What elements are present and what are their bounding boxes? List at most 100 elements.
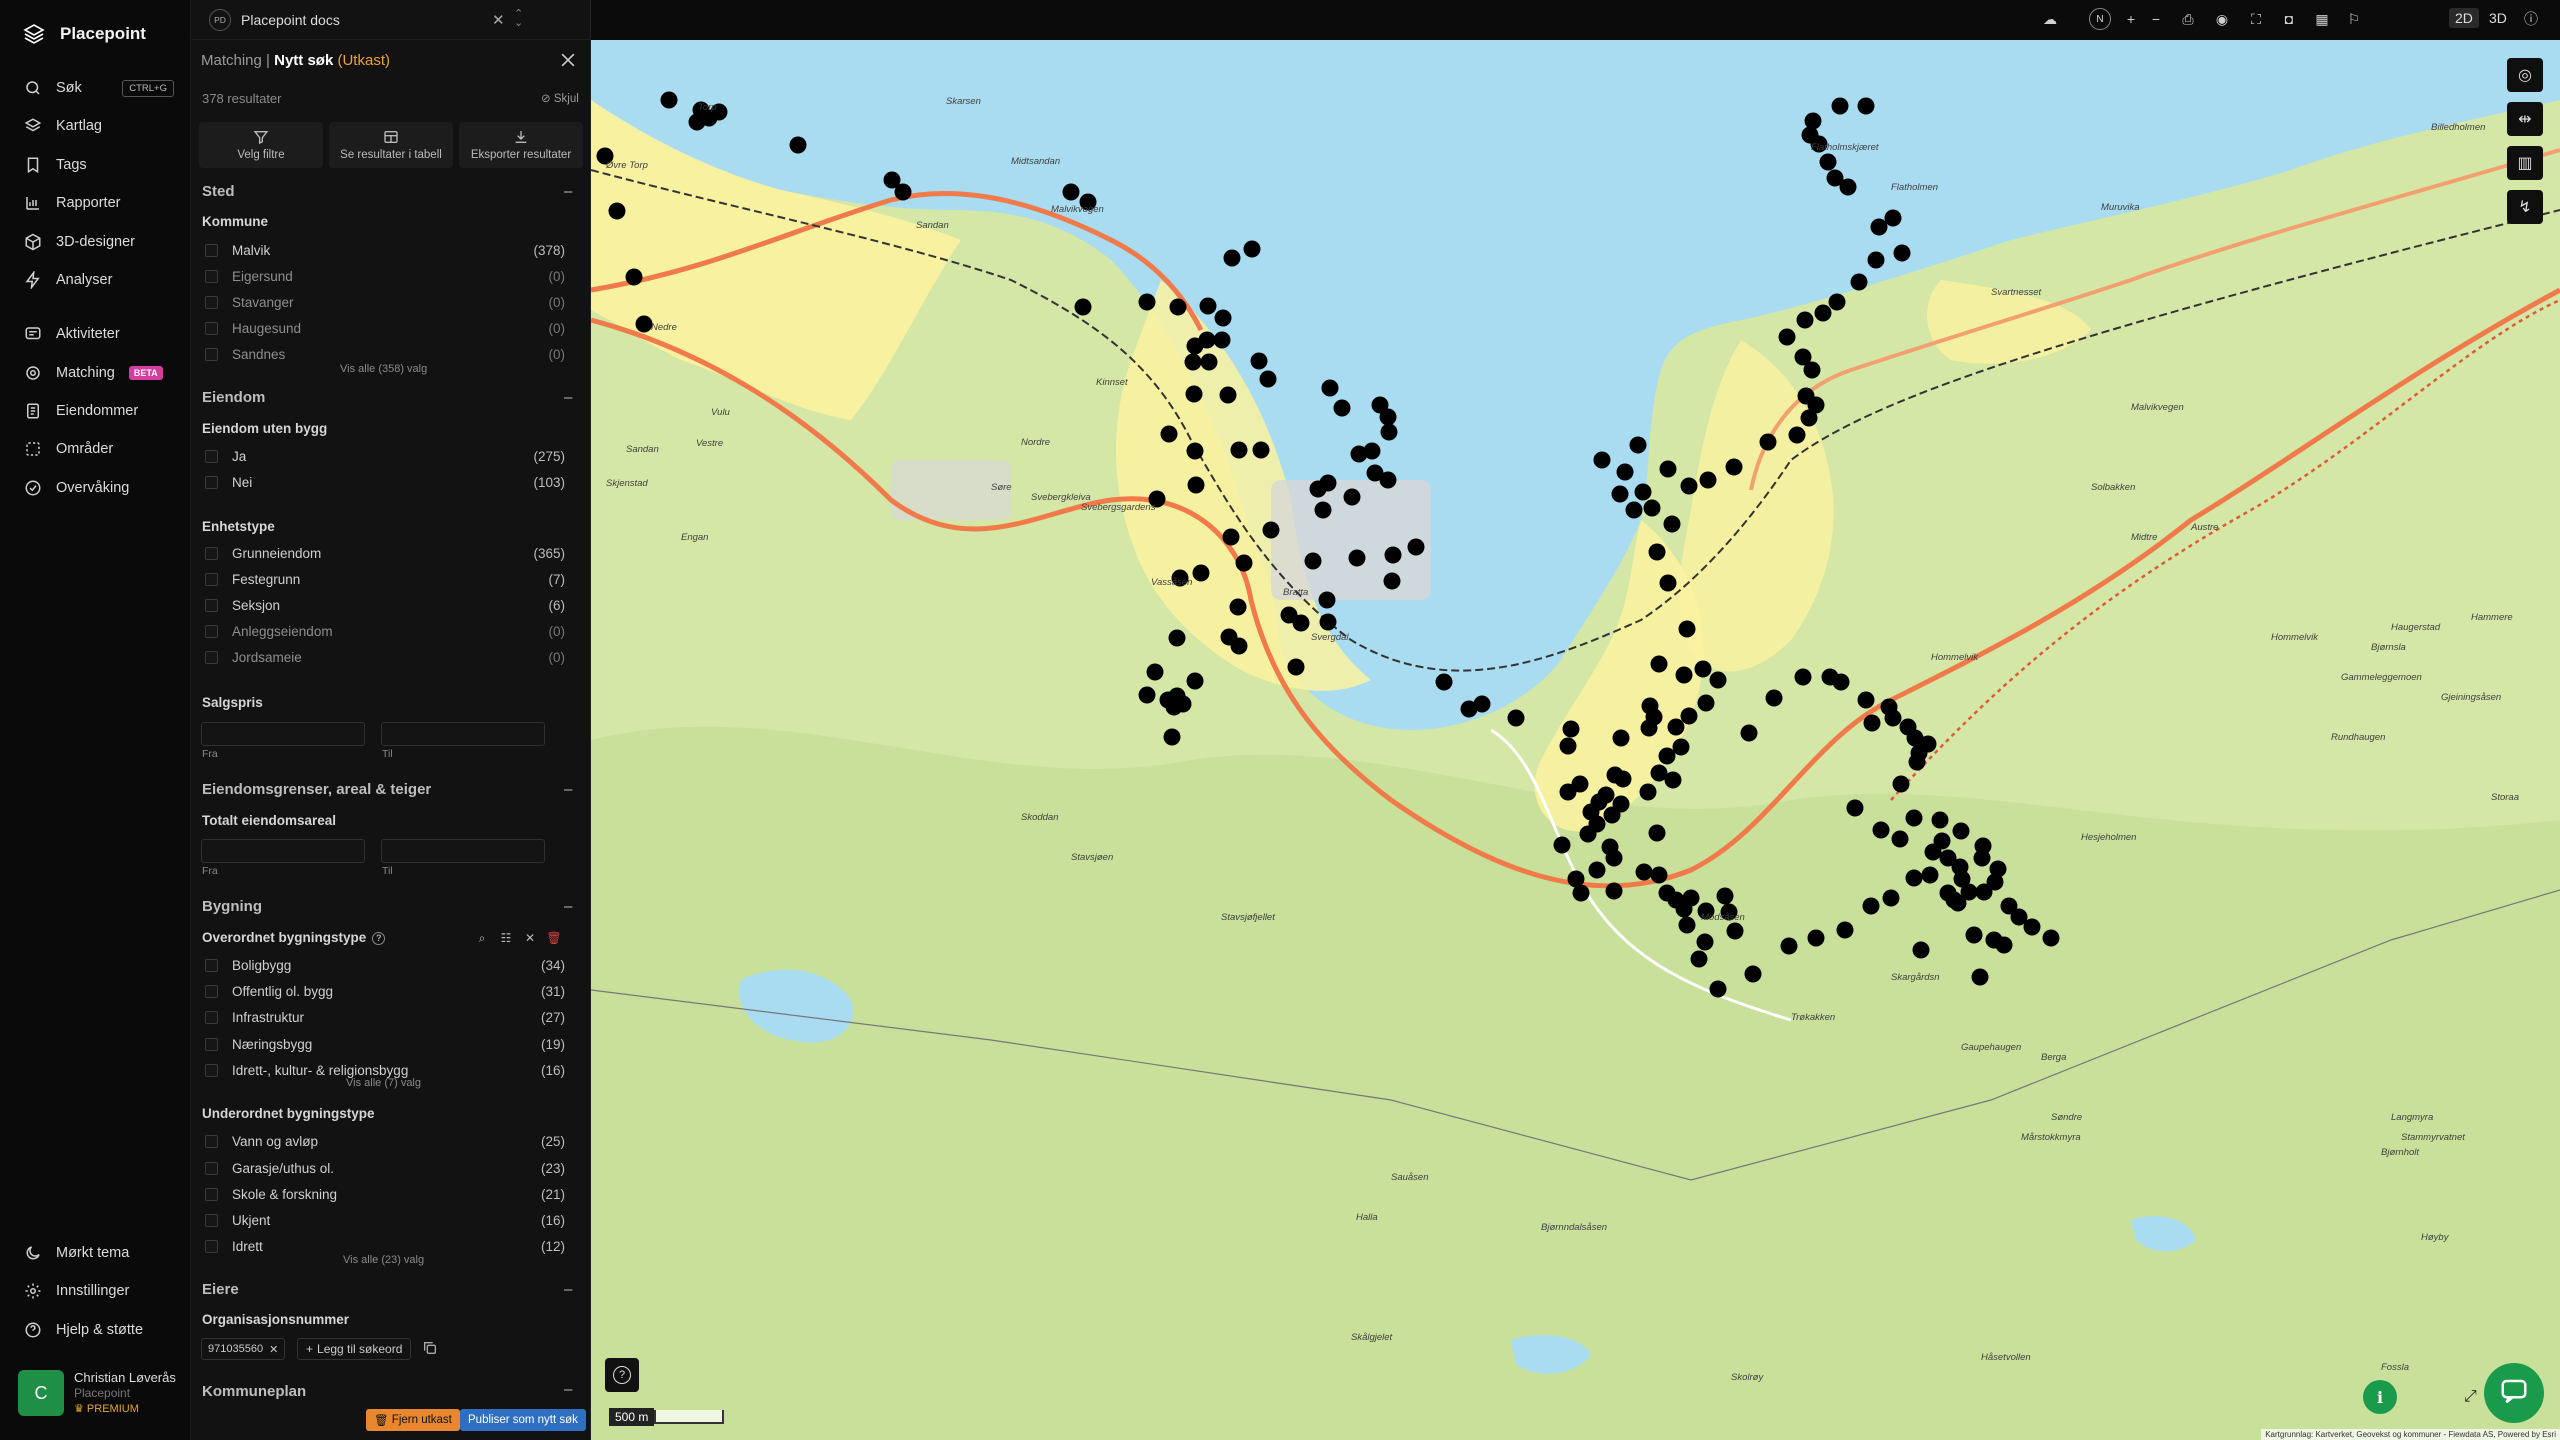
expand-icon[interactable]: ⤢ <box>2464 1388 2478 1405</box>
search-icon[interactable]: ⌕ <box>472 929 492 947</box>
filter-option[interactable]: Malvik (378) <box>205 240 565 260</box>
result-marker[interactable] <box>894 183 912 201</box>
collapse-bygning[interactable]: – <box>564 898 572 915</box>
measure-button[interactable]: ⇹ <box>2507 102 2543 136</box>
result-marker[interactable] <box>1186 442 1204 460</box>
result-marker[interactable] <box>1995 936 2013 954</box>
result-marker[interactable] <box>1605 882 1623 900</box>
result-marker[interactable] <box>1870 218 1888 236</box>
copy-icon[interactable] <box>422 1340 438 1356</box>
section-eiere[interactable]: Eiere <box>202 1281 239 1298</box>
checkbox[interactable] <box>205 475 218 489</box>
result-marker[interactable] <box>1952 822 1970 840</box>
salgspris-to-input[interactable] <box>381 722 545 746</box>
chart-button[interactable]: ▥ <box>2507 146 2543 180</box>
result-marker[interactable] <box>1857 97 1875 115</box>
result-marker[interactable] <box>1235 554 1253 572</box>
result-marker[interactable] <box>1675 666 1693 684</box>
result-marker[interactable] <box>1559 737 1577 755</box>
result-marker[interactable] <box>1641 697 1659 715</box>
result-marker[interactable] <box>1709 671 1727 689</box>
route-button[interactable]: ↯ <box>2507 190 2543 224</box>
result-marker[interactable] <box>1658 884 1676 902</box>
nav-item-rapporter[interactable]: Rapporter <box>24 190 174 216</box>
nav-item-tags[interactable]: Tags <box>24 152 174 178</box>
result-marker[interactable] <box>1857 691 1875 709</box>
info-circle-icon[interactable]: ⓘ <box>2521 9 2541 29</box>
result-marker[interactable] <box>1933 832 1951 850</box>
result-marker[interactable] <box>625 268 643 286</box>
result-marker[interactable] <box>1863 714 1881 732</box>
areal-to-input[interactable] <box>381 839 545 863</box>
result-marker[interactable] <box>1318 591 1336 609</box>
result-marker[interactable] <box>1243 240 1261 258</box>
result-marker[interactable] <box>1648 824 1666 842</box>
checkbox[interactable] <box>205 295 218 309</box>
result-marker[interactable] <box>1160 425 1178 443</box>
result-marker[interactable] <box>1804 112 1822 130</box>
nav-item-settings[interactable]: Innstillinger <box>24 1278 174 1304</box>
result-marker[interactable] <box>1780 937 1798 955</box>
nav-item-overvaking[interactable]: Overvåking <box>24 475 174 501</box>
filter-option[interactable]: Haugesund (0) <box>205 318 565 338</box>
result-marker[interactable] <box>1884 209 1902 227</box>
result-marker[interactable] <box>1797 387 1815 405</box>
result-marker[interactable] <box>1807 929 1825 947</box>
filter-option[interactable]: Stavanger (0) <box>205 292 565 312</box>
eye-icon[interactable]: ◉ <box>2212 9 2232 29</box>
result-marker[interactable] <box>2000 897 2018 915</box>
grid-icon[interactable]: ▦ <box>2312 9 2332 29</box>
result-marker[interactable] <box>1380 423 1398 441</box>
result-marker[interactable] <box>1553 836 1571 854</box>
result-marker[interactable] <box>1229 598 1247 616</box>
filter-option[interactable]: Idrett (12) <box>205 1236 565 1256</box>
trash-icon[interactable]: 🗑 <box>544 929 564 947</box>
remove-chip-icon[interactable]: ✕ <box>269 1343 278 1356</box>
checkbox[interactable] <box>205 1187 218 1201</box>
filter-option[interactable]: Infrastruktur (27) <box>205 1007 565 1027</box>
result-marker[interactable] <box>1921 866 1939 884</box>
result-marker[interactable] <box>1572 884 1590 902</box>
result-marker[interactable] <box>1407 538 1425 556</box>
hide-toggle[interactable]: ⊘ Skjul <box>541 91 579 105</box>
print-icon[interactable]: ⎙ <box>2178 9 2198 29</box>
clear-workspace-icon[interactable]: ✕ <box>492 11 505 29</box>
result-marker[interactable] <box>1908 753 1926 771</box>
checkbox[interactable] <box>205 1239 218 1253</box>
filter-option[interactable]: Jordsameie (0) <box>205 647 565 667</box>
result-marker[interactable] <box>1138 686 1156 704</box>
result-marker[interactable] <box>1672 738 1690 756</box>
result-marker[interactable] <box>1884 709 1902 727</box>
result-marker[interactable] <box>1605 849 1623 867</box>
publish-button[interactable]: Publiser som nytt søk <box>460 1409 586 1431</box>
result-marker[interactable] <box>1945 891 1963 909</box>
result-marker[interactable] <box>1650 655 1668 673</box>
result-marker[interactable] <box>1184 353 1202 371</box>
result-marker[interactable] <box>1667 718 1685 736</box>
checkbox[interactable] <box>205 1010 218 1024</box>
result-marker[interactable] <box>660 91 678 109</box>
result-marker[interactable] <box>1788 426 1806 444</box>
result-marker[interactable] <box>1639 783 1657 801</box>
result-marker[interactable] <box>1828 293 1846 311</box>
filter-option[interactable]: Skole & forskning (21) <box>205 1184 565 1204</box>
result-marker[interactable] <box>1169 298 1187 316</box>
result-marker[interactable] <box>1796 311 1814 329</box>
checkbox[interactable] <box>205 449 218 463</box>
result-marker[interactable] <box>1905 869 1923 887</box>
result-marker[interactable] <box>1846 799 1864 817</box>
checkbox[interactable] <box>205 321 218 335</box>
result-marker[interactable] <box>1635 863 1653 881</box>
result-marker[interactable] <box>1694 660 1712 678</box>
result-marker[interactable] <box>1716 887 1734 905</box>
result-marker[interactable] <box>1725 458 1743 476</box>
result-marker[interactable] <box>1690 950 1708 968</box>
user-profile[interactable]: C Christian Løverås Placepoint ♛ PREMIUM <box>18 1370 176 1417</box>
result-marker[interactable] <box>1321 379 1339 397</box>
result-marker[interactable] <box>1640 719 1658 737</box>
choose-filters-button[interactable]: Velg filtre <box>199 122 323 168</box>
result-marker[interactable] <box>1680 707 1698 725</box>
salgspris-from-input[interactable] <box>201 722 365 746</box>
result-marker[interactable] <box>1765 689 1783 707</box>
nav-item-analyser[interactable]: Analyser <box>24 267 174 293</box>
